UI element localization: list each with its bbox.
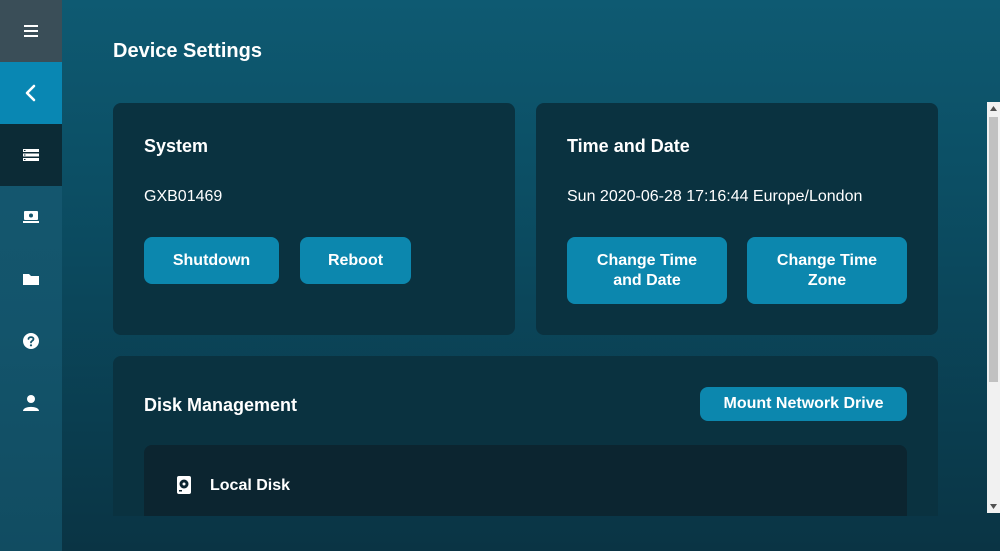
folder-icon: [23, 274, 39, 285]
sidebar-item-help[interactable]: [0, 310, 62, 372]
reboot-button[interactable]: Reboot: [300, 237, 411, 284]
menu-icon: [24, 25, 38, 37]
scroll-thumb[interactable]: [989, 117, 998, 382]
triangle-up-icon: [990, 106, 997, 111]
page-title: Device Settings: [113, 40, 262, 62]
current-datetime: Sun 2020-06-28 17:16:44 Europe/London: [567, 188, 863, 205]
triangle-down-icon: [990, 504, 997, 509]
time-date-card: Time and Date Sun 2020-06-28 17:16:44 Eu…: [536, 103, 938, 335]
help-icon: [23, 333, 39, 349]
sidebar: [0, 0, 62, 551]
system-title: System: [144, 136, 209, 156]
change-time-zone-button[interactable]: Change Time Zone: [747, 237, 907, 304]
system-card: System GXB01469 Shutdown Reboot: [113, 103, 515, 335]
local-disk-label: Local Disk: [210, 477, 291, 494]
disk-management-card: Disk Management Mount Network Drive Loca…: [113, 356, 938, 516]
scroll-down-arrow[interactable]: [987, 500, 1000, 513]
mount-network-drive-button[interactable]: Mount Network Drive: [700, 387, 907, 421]
shutdown-button[interactable]: Shutdown: [144, 237, 279, 284]
sidebar-item-account[interactable]: [0, 372, 62, 434]
hard-disk-icon: [177, 476, 191, 494]
vertical-scrollbar[interactable]: [987, 102, 1000, 513]
device-name: GXB01469: [144, 188, 223, 205]
change-time-date-button[interactable]: Change Time and Date: [567, 237, 727, 304]
list-icon: [23, 149, 39, 161]
menu-button[interactable]: [0, 0, 62, 62]
drive-icon: [23, 211, 39, 223]
scroll-up-arrow[interactable]: [987, 102, 1000, 115]
time-date-title: Time and Date: [567, 136, 690, 156]
disk-management-title: Disk Management: [144, 395, 298, 415]
sidebar-item-files[interactable]: [0, 248, 62, 310]
local-disk-panel: Local Disk: [144, 445, 907, 516]
back-button[interactable]: [0, 62, 62, 124]
chevron-left-icon: [25, 84, 36, 102]
sidebar-item-drive[interactable]: [0, 186, 62, 248]
user-icon: [23, 395, 39, 411]
sidebar-item-device-settings[interactable]: [0, 124, 62, 186]
